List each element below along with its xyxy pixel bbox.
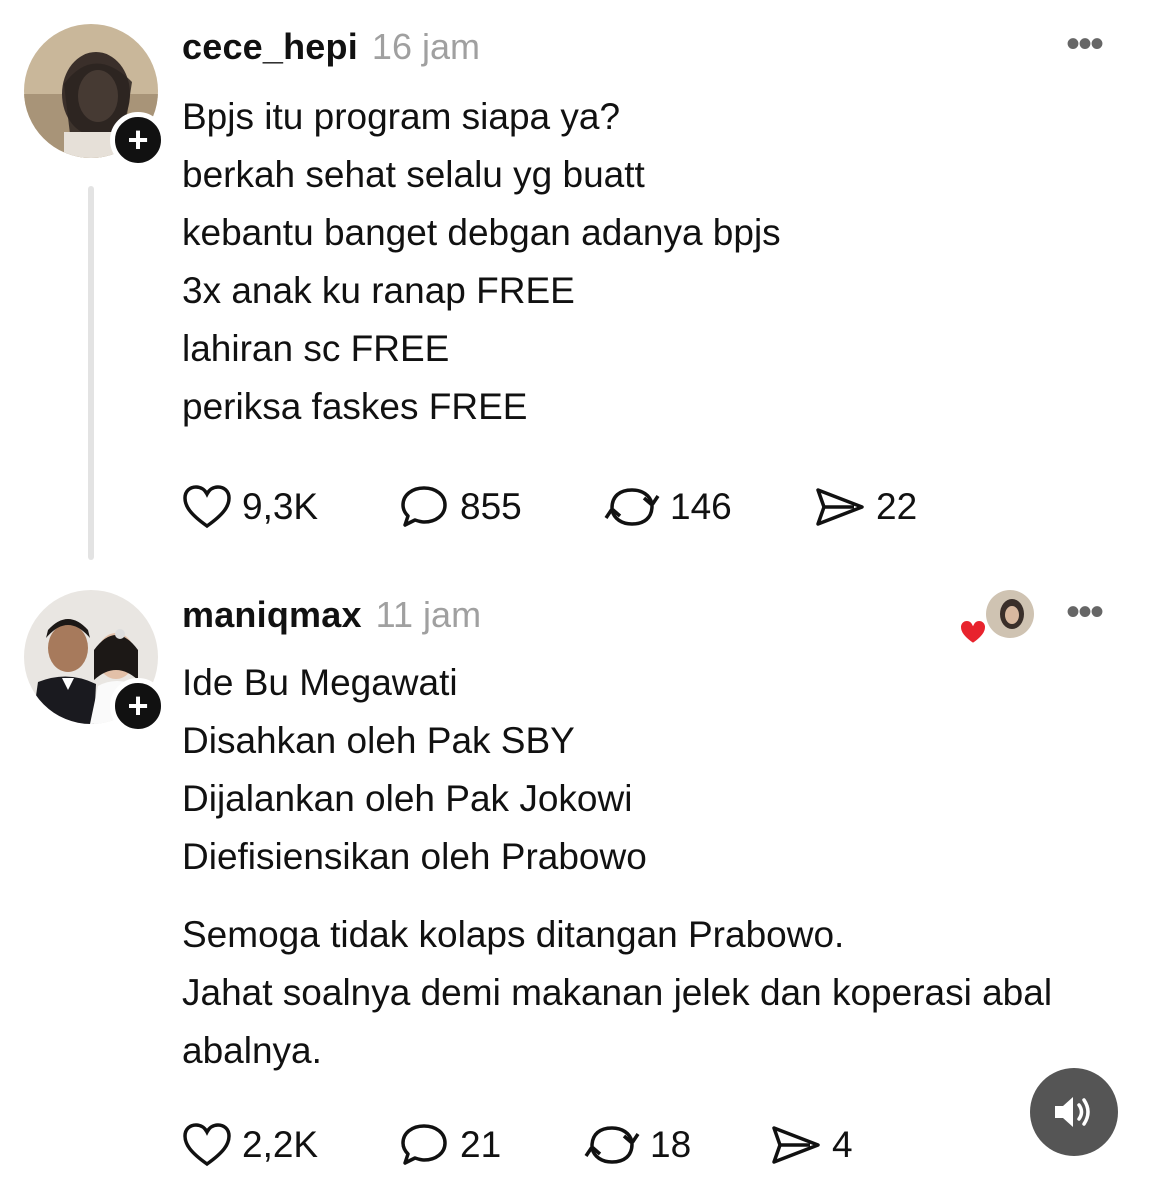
post-line: periksa faskes FREE — [182, 386, 528, 427]
post-body-paragraph: Semoga tidak kolaps ditangan Prabowo. Ja… — [182, 906, 1052, 1080]
heart-icon — [183, 485, 231, 529]
send-icon — [772, 1126, 820, 1164]
repost-count: 146 — [670, 486, 732, 527]
thread-connector — [88, 186, 94, 560]
username[interactable]: maniqmax — [182, 594, 362, 636]
post-line: kebantu banget debgan adanya bpjs — [182, 212, 781, 253]
repost-button[interactable]: 146 — [604, 484, 732, 530]
post-line: lahiran sc FREE — [182, 328, 450, 369]
more-options-icon[interactable]: ••• — [1066, 590, 1104, 635]
heart-filled-icon — [958, 618, 988, 646]
share-button[interactable]: 4 — [770, 1122, 853, 1168]
comment-button[interactable]: 21 — [400, 1122, 501, 1168]
like-button[interactable]: 2,2K — [182, 1122, 318, 1168]
repost-icon — [584, 1126, 640, 1164]
heart-icon — [183, 1123, 231, 1167]
comment-icon — [401, 1124, 447, 1165]
post-line: Diefisiensikan oleh Prabowo — [182, 836, 647, 877]
comment-button[interactable]: 855 — [400, 484, 522, 530]
send-icon — [816, 488, 864, 526]
share-count: 22 — [876, 486, 918, 527]
post-line: Dijalankan oleh Pak Jokowi — [182, 778, 633, 819]
post-time: 11 jam — [375, 594, 482, 635]
liked-by-avatar — [986, 590, 1034, 638]
repost-count: 18 — [650, 1124, 692, 1165]
post-line: Ide Bu Megawati — [182, 662, 458, 703]
post-line: Semoga tidak kolaps ditangan Prabowo. — [182, 914, 845, 955]
post-line: abalnya. — [182, 1030, 322, 1071]
post-line: Disahkan oleh Pak SBY — [182, 720, 575, 761]
speaker-icon — [1055, 1097, 1090, 1127]
post-body: Bpjs itu program siapa ya? berkah sehat … — [182, 88, 781, 436]
post-line: Jahat soalnya demi makanan jelek dan kop… — [182, 972, 1053, 1013]
share-button[interactable]: 22 — [814, 484, 917, 530]
more-options-icon[interactable]: ••• — [1066, 22, 1104, 67]
post-line: 3x anak ku ranap FREE — [182, 270, 575, 311]
comment-icon — [401, 486, 447, 527]
username[interactable]: cece_hepi — [182, 26, 358, 68]
like-count: 9,3K — [242, 486, 319, 527]
comment-count: 855 — [460, 486, 522, 527]
repost-button[interactable]: 18 — [584, 1122, 691, 1168]
follow-plus-icon[interactable]: + — [110, 678, 166, 734]
post-body: Ide Bu Megawati Disahkan oleh Pak SBY Di… — [182, 654, 647, 886]
post-line: berkah sehat selalu yg buatt — [182, 154, 645, 195]
like-button[interactable]: 9,3K — [182, 484, 318, 530]
post-line: Bpjs itu program siapa ya? — [182, 96, 621, 137]
follow-plus-icon[interactable]: + — [110, 112, 166, 168]
repost-icon — [604, 488, 660, 526]
sound-toggle-button[interactable] — [1030, 1068, 1118, 1156]
post-time: 16 jam — [371, 26, 480, 67]
like-count: 2,2K — [242, 1124, 319, 1165]
share-count: 4 — [832, 1124, 853, 1165]
comment-count: 21 — [460, 1124, 502, 1165]
